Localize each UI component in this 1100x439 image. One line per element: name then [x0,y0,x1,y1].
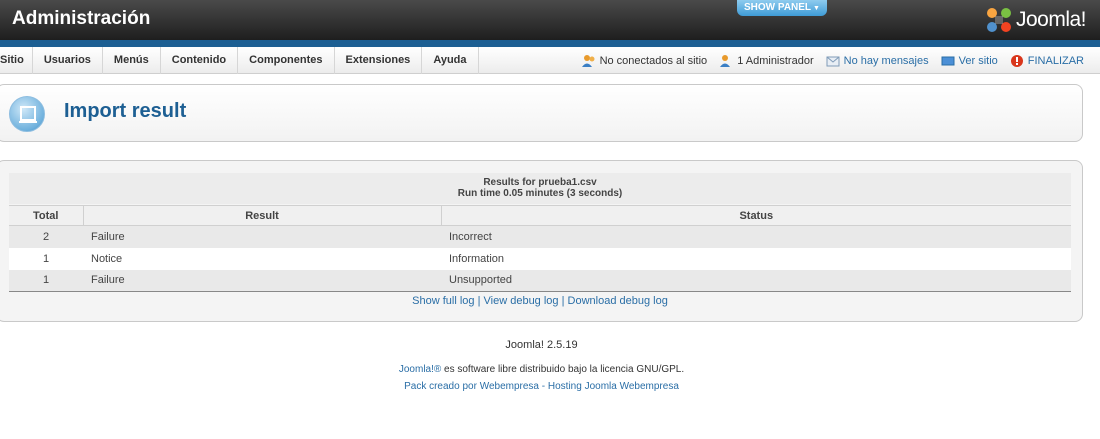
license-text: es software libre distribuido bajo la li… [441,364,685,375]
results-runtime-label: Run time 0.05 minutes (3 seconds) [457,188,623,199]
page-title: Import result [64,100,187,122]
page-title-box: Import result [0,84,1083,142]
results-file-label: Results for prueba1.csv [483,177,597,188]
monitor-icon [941,54,955,68]
row-total: 2 [9,225,83,248]
column-header-result[interactable]: Result [82,205,441,226]
not-connected-label: No conectados al sitio [599,54,708,67]
row-status: Incorrect [441,225,1071,248]
menu-item-componentes[interactable]: Componentes [238,47,335,74]
column-header-total[interactable]: Total [9,205,83,226]
show-panel-button[interactable]: SHOW PANEL ▼ [737,0,827,16]
row-result: Failure [83,225,441,248]
row-status: Information [441,247,1071,270]
menu-bar: Sitio Usuarios Menús Contenido Component… [0,47,1100,74]
header-accent-bar [0,40,1100,47]
menu-item-usuarios[interactable]: Usuarios [33,47,103,74]
results-table: Total Result Status 2 Failure Incorrect … [9,205,1071,292]
results-panel: Results for prueba1.csv Run time 0.05 mi… [0,160,1083,322]
import-result-icon [9,96,45,132]
view-debug-log-link[interactable]: View debug log [484,295,559,307]
joomla-logo-icon [986,7,1012,33]
results-heading: Results for prueba1.csv Run time 0.05 mi… [9,173,1071,204]
menu-item-ayuda[interactable]: Ayuda [422,47,479,74]
admin-title: Administración [12,8,151,29]
caret-down-icon: ▼ [813,5,820,12]
messages-label: No hay mensajes [843,54,929,67]
table-row: 1 Notice Information [9,247,1071,270]
log-links: Show full log | View debug log | Downloa… [9,295,1071,307]
column-header-status[interactable]: Status [440,205,1071,226]
table-header-row: Total Result Status [9,205,1071,226]
download-debug-log-link[interactable]: Download debug log [568,295,668,307]
log-link-separator: | [474,295,484,307]
pack-text: Pack creado por [404,381,480,392]
row-result: Failure [83,269,441,292]
view-site-link[interactable]: Ver sitio [941,54,998,68]
view-site-label: Ver sitio [958,54,998,67]
users-icon [581,54,596,68]
row-total: 1 [9,269,83,292]
table-row: 1 Failure Unsupported [9,269,1071,292]
hosting-separator: - [539,381,548,392]
admins-status: 1 Administrador [719,54,814,68]
power-icon [1010,54,1024,68]
joomla-logo-text: Joomla! [1015,8,1087,31]
joomla-link[interactable]: Joomla!® [399,364,441,375]
status-bar: No conectados al sitio 1 Administrador N… [570,47,1084,74]
mail-icon [826,54,840,68]
license-notice: Joomla!® es software libre distribuido b… [0,364,1083,375]
hosting-link[interactable]: Hosting Joomla Webempresa [548,381,679,392]
messages-link[interactable]: No hay mensajes [826,54,929,68]
admins-label: 1 Administrador [737,54,814,67]
log-link-separator: | [558,295,568,307]
table-row: 2 Failure Incorrect [9,225,1071,248]
menu-item-extensiones[interactable]: Extensiones [335,47,423,74]
menu-item-contenido[interactable]: Contenido [161,47,239,74]
version-label: Joomla! 2.5.19 [505,339,578,351]
main-menu: Sitio Usuarios Menús Contenido Component… [0,47,479,74]
menu-item-menus[interactable]: Menús [103,47,161,74]
webempresa-link[interactable]: Webempresa [480,381,539,392]
pack-credit: Pack creado por Webempresa - Hosting Joo… [0,381,1083,392]
user-icon [719,54,733,68]
row-result: Notice [83,247,441,270]
joomla-logo: Joomla! [986,6,1087,34]
show-panel-label: SHOW PANEL [744,2,812,13]
admin-header: Administración SHOW PANEL ▼ Joomla! [0,0,1100,40]
not-connected-status: No conectados al sitio [581,54,708,68]
row-status: Unsupported [441,269,1071,292]
menu-item-sitio[interactable]: Sitio [0,47,33,74]
show-full-log-link[interactable]: Show full log [412,295,474,307]
logout-link[interactable]: FINALIZAR [1010,54,1084,68]
logout-label: FINALIZAR [1027,54,1084,67]
row-total: 1 [9,247,83,270]
